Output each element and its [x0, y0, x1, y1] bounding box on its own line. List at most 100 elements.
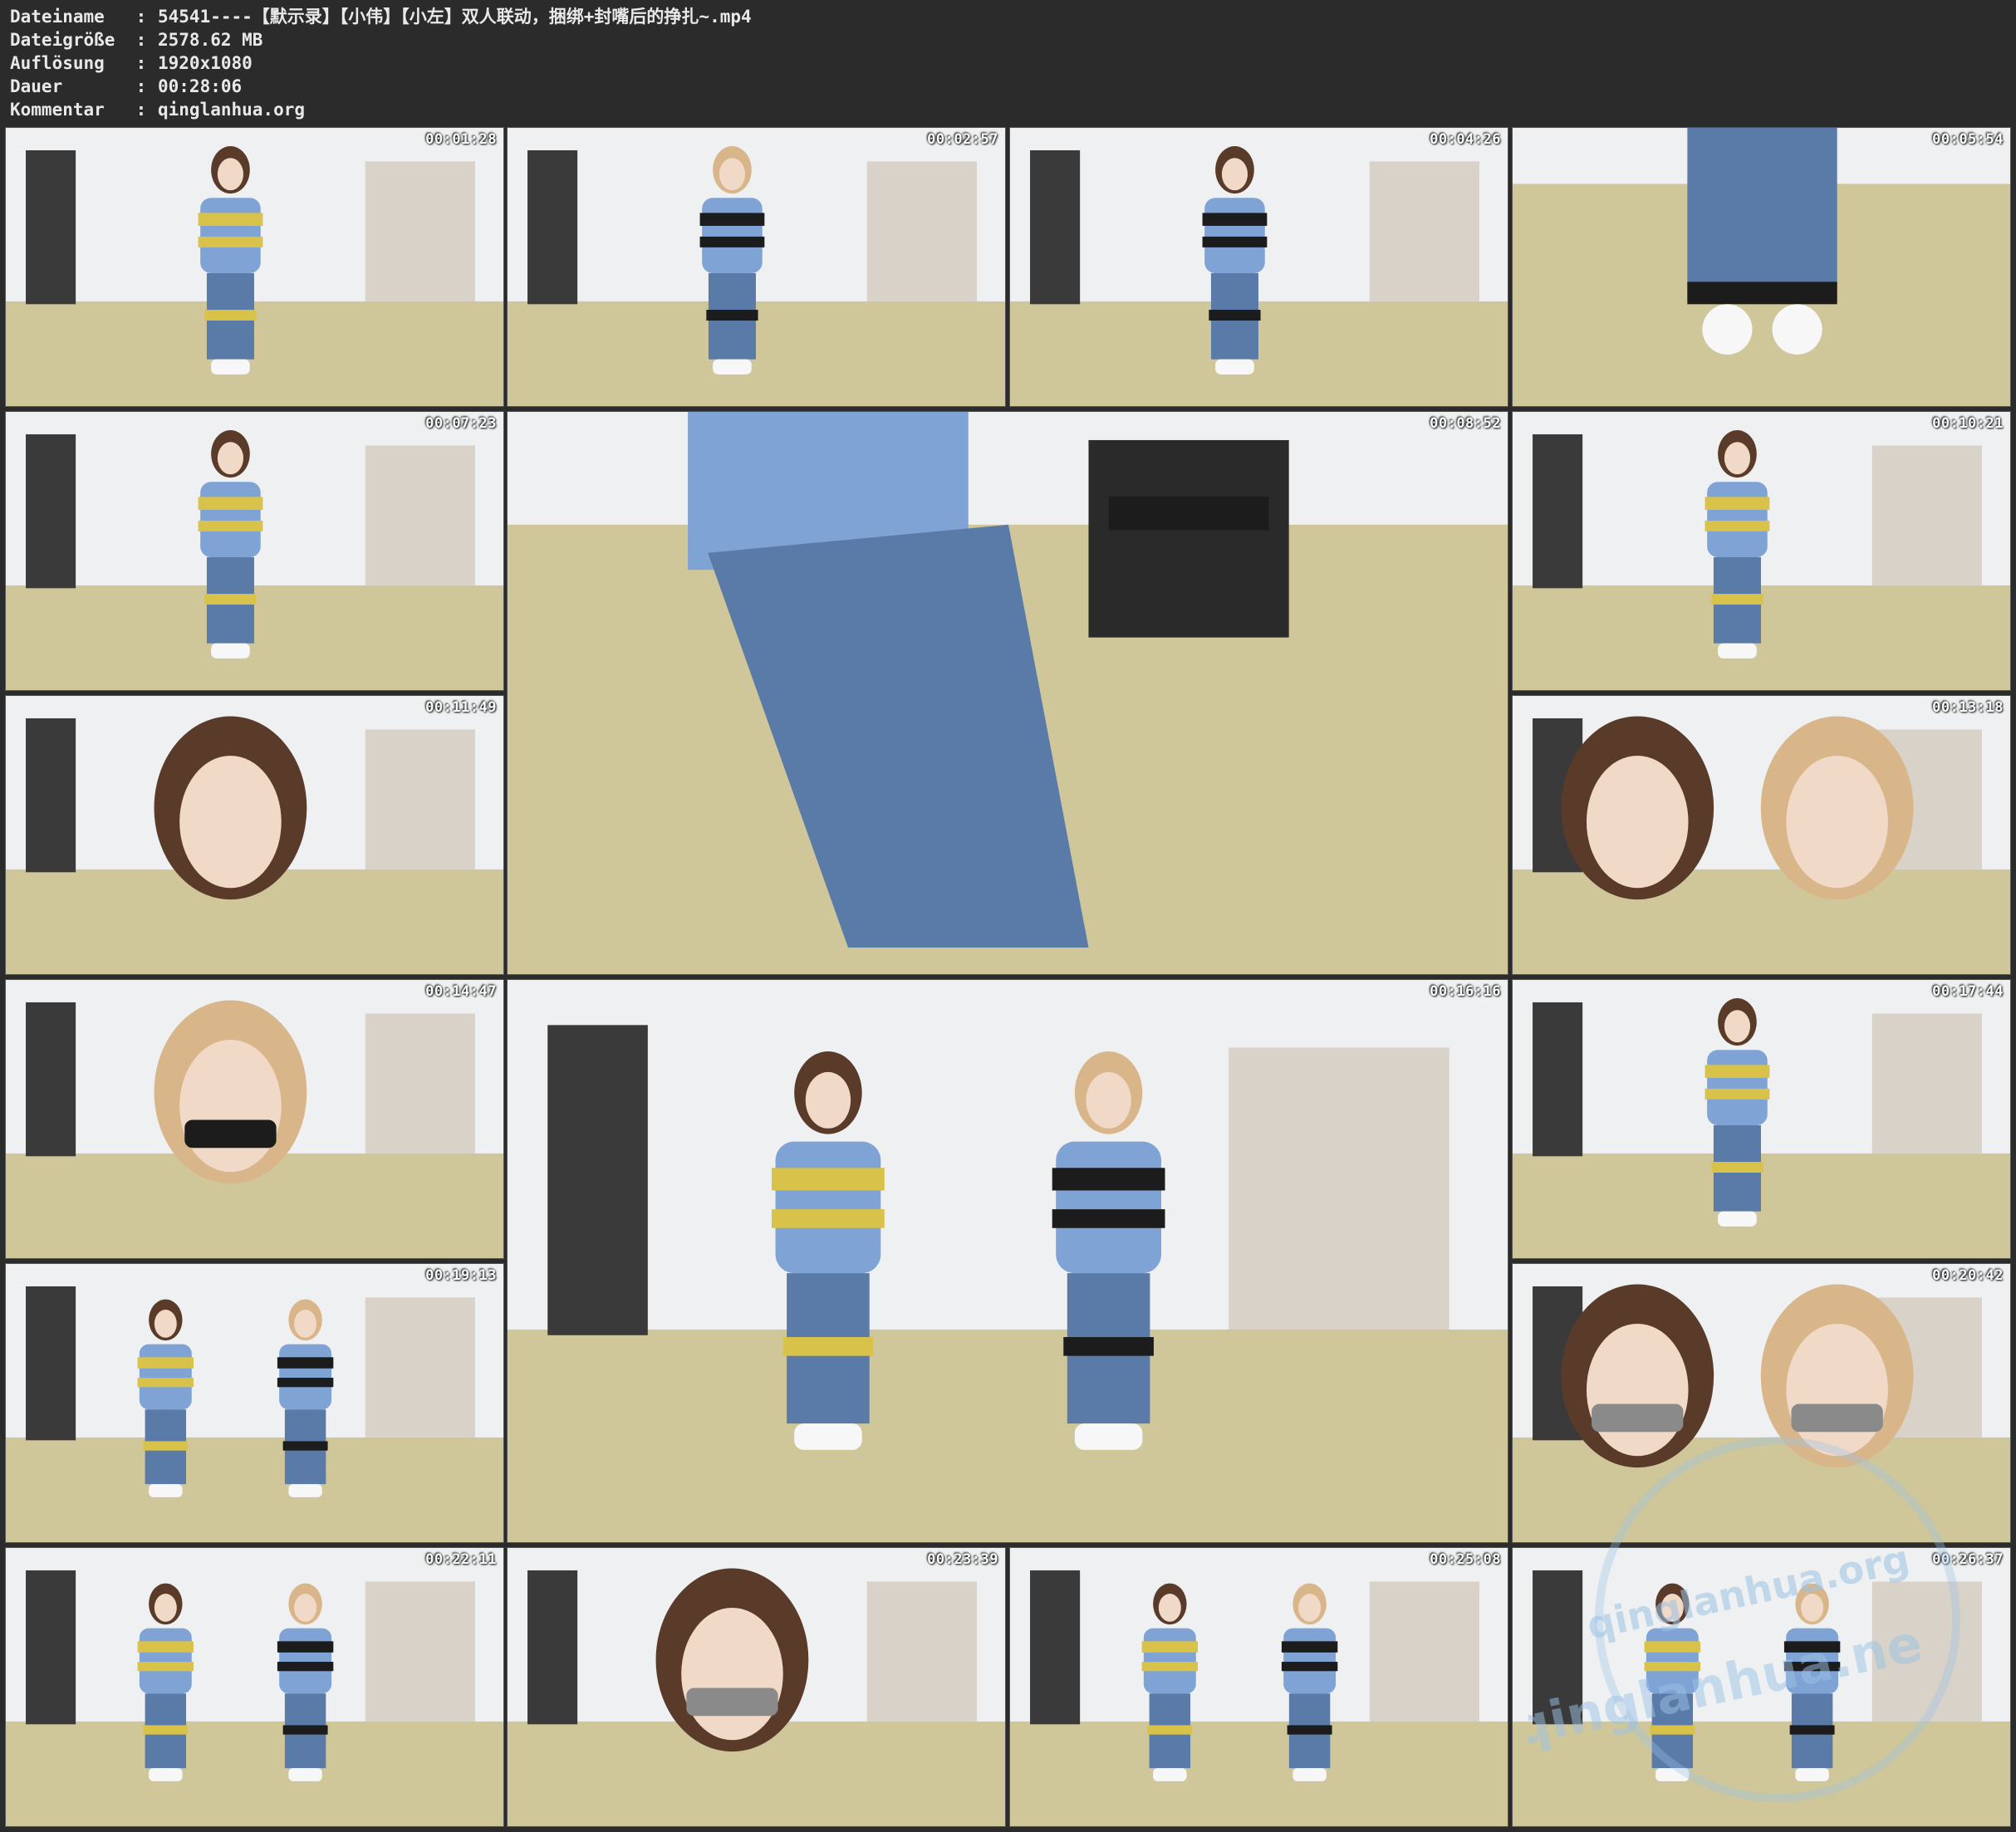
socks — [211, 359, 250, 375]
tape-band — [277, 1641, 334, 1653]
person-face — [1158, 1594, 1181, 1622]
person-torso — [1283, 1628, 1337, 1694]
tape-band — [1281, 1641, 1338, 1653]
person-face — [1221, 158, 1248, 191]
person-torso — [139, 1628, 192, 1694]
tape-band — [198, 236, 263, 247]
thumbnail-image — [1513, 1264, 2010, 1542]
metadata-row: Dateiname : 54541----【默示录】【小伟】【小左】双人联动，捆… — [10, 5, 752, 28]
tape-band — [137, 1641, 194, 1653]
socks — [288, 1484, 322, 1497]
tape-band — [198, 497, 263, 510]
tape-band — [782, 1337, 874, 1356]
metadata-row: Auflösung : 1920x1080 — [10, 51, 752, 75]
metadata-row: Dauer : 00:28:06 — [10, 75, 752, 98]
shelf-unit — [1871, 1013, 1982, 1154]
shelf-unit — [365, 161, 475, 301]
shelf-unit — [365, 1013, 475, 1154]
video-thumbnail: 00:20:42 — [1512, 1263, 2011, 1543]
tape-band — [1063, 1337, 1154, 1356]
tape-band — [1644, 1662, 1701, 1672]
chair-back — [1088, 439, 1289, 638]
timestamp-label: 00:20:42 — [1932, 1267, 2004, 1284]
metadata-key: Dauer — [10, 76, 63, 96]
person-torso — [279, 1628, 332, 1694]
shelf-unit — [1369, 1581, 1479, 1722]
socks — [1718, 1211, 1757, 1227]
person-torso — [1707, 482, 1768, 557]
doorframe — [527, 149, 578, 305]
video-thumbnail: 00:08:52 — [507, 411, 1508, 975]
video-thumbnail: 00:22:11 — [5, 1547, 504, 1827]
person-face — [1086, 1071, 1131, 1129]
person-torso — [1646, 1628, 1699, 1694]
thumbnail-image — [6, 1548, 503, 1826]
timestamp-label: 00:14:47 — [425, 983, 497, 1000]
floor-mat — [6, 1437, 503, 1542]
metadata-key: Dateiname — [10, 7, 105, 27]
person-face — [179, 1039, 282, 1173]
person-face — [1724, 442, 1751, 475]
tape-band — [1705, 1088, 1770, 1100]
tape-band — [1650, 1725, 1695, 1735]
metadata-separator: : — [135, 30, 147, 50]
tape-band — [699, 213, 765, 226]
video-thumbnail: 00:10:21 — [1512, 411, 2011, 691]
tape-band — [772, 1209, 885, 1228]
doorframe — [1533, 434, 1583, 589]
video-thumbnail: 00:17:44 — [1512, 979, 2011, 1259]
socks — [1215, 359, 1254, 375]
video-thumbnail: 00:14:47 — [5, 979, 504, 1259]
thumbnail-image — [1513, 412, 2010, 690]
floor-mat — [1513, 869, 2010, 974]
tape-band — [1711, 1162, 1763, 1173]
thumbnail-image — [6, 412, 503, 690]
video-thumbnail: 00:07:23 — [5, 411, 504, 691]
timestamp-label: 00:25:08 — [1430, 1551, 1501, 1568]
metadata-value: 2578.62 MB — [158, 30, 263, 50]
tape-band — [282, 1725, 328, 1735]
person-face — [294, 1594, 317, 1622]
shelf-unit — [365, 445, 475, 585]
tape-band — [198, 520, 263, 531]
video-thumbnail: 00:05:54 — [1512, 127, 2011, 407]
metadata-key: Dateigröße — [10, 30, 115, 50]
tape-band — [1644, 1641, 1701, 1653]
shelf-unit — [866, 1581, 977, 1722]
socks — [1153, 1768, 1187, 1781]
tape-band — [1202, 213, 1268, 226]
video-thumbnail: 00:23:39 — [507, 1547, 1006, 1827]
timestamp-label: 00:19:13 — [425, 1267, 497, 1284]
tape-band — [143, 1725, 189, 1735]
shelf-unit — [866, 161, 977, 301]
metadata-row: Kommentar : qinglanhua.org — [10, 98, 752, 121]
person-face — [294, 1310, 317, 1338]
person-face — [1298, 1594, 1322, 1622]
socks — [713, 359, 752, 375]
floor-mat — [1513, 1721, 2010, 1826]
metadata-key: Auflösung — [10, 53, 105, 73]
socks — [149, 1484, 183, 1497]
person-torso — [200, 198, 261, 273]
mouth-tape — [1791, 1403, 1883, 1433]
tape-band — [137, 1662, 194, 1672]
timestamp-label: 00:17:44 — [1932, 983, 2004, 1000]
timestamp-label: 00:16:16 — [1430, 983, 1501, 1000]
timestamp-label: 00:11:49 — [425, 699, 497, 716]
tape-band — [1281, 1662, 1338, 1672]
video-thumbnail: 00:19:13 — [5, 1263, 504, 1543]
tape-band — [137, 1378, 194, 1388]
tape-band — [1052, 1168, 1165, 1191]
doorframe — [26, 149, 76, 305]
tape-band — [1705, 1065, 1770, 1078]
thumbnail-image — [1513, 128, 2010, 406]
sock — [1702, 304, 1753, 355]
person-torso — [279, 1344, 332, 1410]
doorframe — [527, 1570, 578, 1725]
mouth-tape — [686, 1687, 778, 1717]
shelf-unit — [365, 729, 475, 869]
socks — [1795, 1768, 1829, 1781]
doorframe — [1533, 1570, 1583, 1725]
video-thumbnail: 00:04:26 — [1009, 127, 1508, 407]
timestamp-label: 00:26:37 — [1932, 1551, 2004, 1568]
